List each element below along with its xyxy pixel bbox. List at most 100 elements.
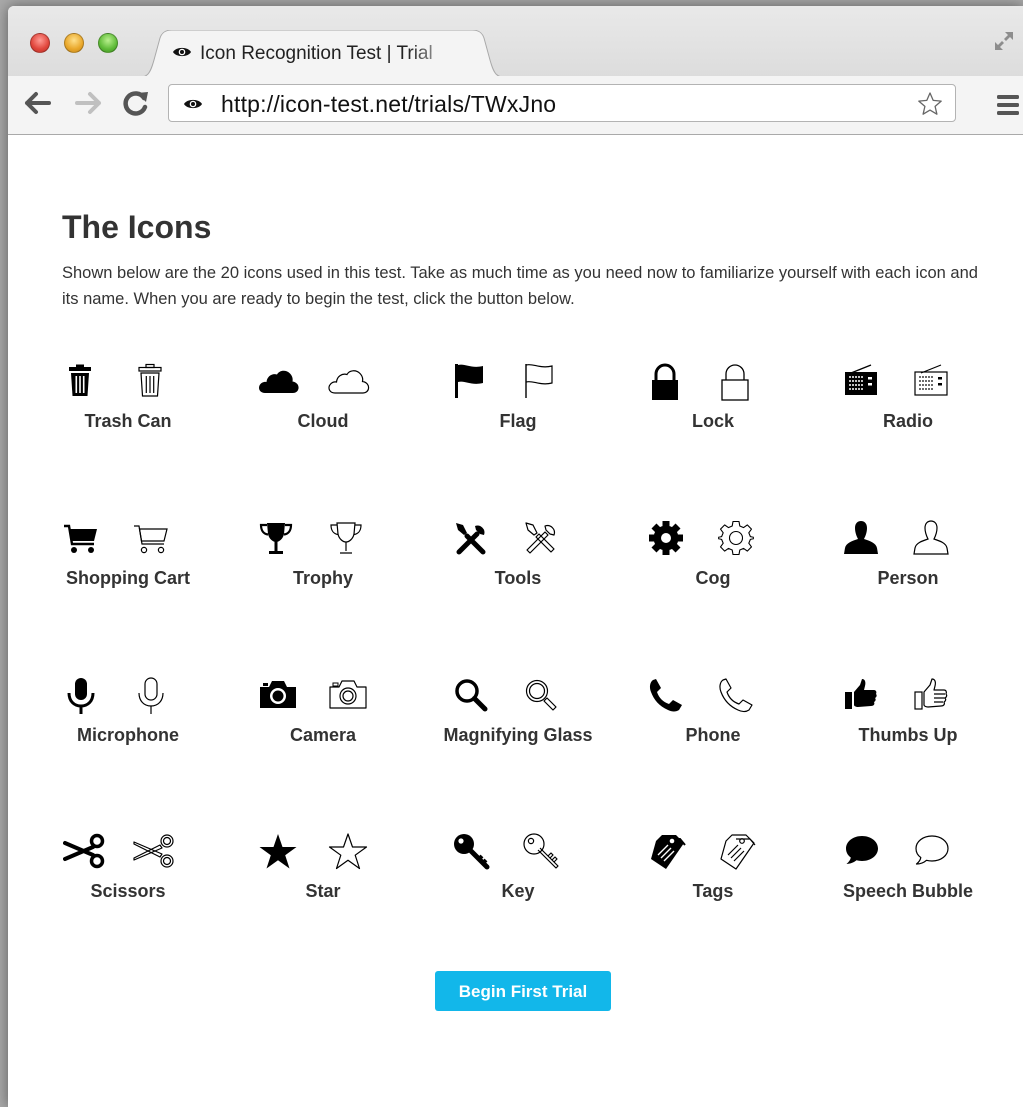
shopping-cart-outline-icon [134,525,168,554]
flag-icon [455,364,483,398]
reload-icon[interactable] [122,89,150,117]
bookmark-star-icon[interactable] [917,91,943,117]
thumbs-up-outline-icon [914,678,948,710]
icon-item-trash-can: Trash Can [8,363,197,463]
toolbar: http://icon-test.net/trials/TWxJno [8,76,1023,134]
cog-outline-icon [718,520,754,556]
icon-item-flag: Flag [391,363,587,463]
icon-pair [781,363,977,405]
magnifying-glass-outline-icon [525,679,557,711]
scissors-outline-icon [133,834,174,868]
radio-outline-icon [914,364,948,396]
icon-label: Speech Bubble [842,881,974,901]
tab-title: Icon Recognition Test | Trial [200,43,433,64]
icon-item-magnifying-glass: Magnifying Glass [391,677,593,777]
browser-window: Icon Recognition Test | Trial http://ico… [8,6,1023,1107]
icon-pair [196,677,392,719]
icon-pair [781,520,977,562]
fullscreen-icon[interactable] [993,30,1015,52]
back-arrow-icon[interactable] [24,91,52,115]
person-icon [844,521,878,554]
microphone-icon [67,678,95,714]
tab-strip: Icon Recognition Test | Trial [8,6,1023,78]
trophy-outline-icon [330,522,362,554]
zoom-window-button[interactable] [98,33,118,53]
icon-pair [8,363,197,405]
icon-pair [781,677,977,719]
camera-icon [260,681,296,708]
radio-icon [845,364,877,395]
trophy-icon [259,523,293,554]
icon-pair [196,520,392,562]
page-content: The Icons Shown below are the 20 icons u… [8,135,1023,1107]
lock-outline-icon [721,364,749,401]
icon-pair [586,677,782,719]
icon-item-speech-bubble: Speech Bubble [781,833,977,933]
icon-item-phone: Phone [586,677,782,777]
icon-pair [8,833,197,875]
camera-outline-icon [329,680,367,709]
icon-item-cog: Cog [586,520,782,620]
icon-label: Person [877,568,939,588]
cog-icon [649,521,683,555]
icon-item-person: Person [781,520,977,620]
star-outline-icon [328,833,368,870]
icon-pair [391,677,587,719]
menu-icon[interactable] [995,93,1021,117]
cloud-icon [259,370,299,393]
tab-active[interactable]: Icon Recognition Test | Trial [134,30,510,78]
tools-outline-icon [525,522,556,554]
icon-item-tools: Tools [391,520,587,620]
icon-item-thumbs-up: Thumbs Up [781,677,977,777]
icon-pair [781,833,977,875]
icon-item-trophy: Trophy [196,520,392,620]
icon-pair [196,363,392,405]
cloud-outline-icon [328,370,370,394]
forward-arrow-icon[interactable] [74,91,102,115]
key-outline-icon [523,833,559,869]
trash-can-icon [69,364,91,396]
phone-outline-icon [719,678,753,713]
tags-outline-icon [720,834,756,870]
thumbs-up-icon [845,679,877,709]
icon-pair [586,363,782,405]
icon-item-radio: Radio [781,363,977,463]
icon-pair [391,363,587,405]
tags-icon [651,835,686,869]
eye-icon [184,99,202,109]
icon-label: Thumbs Up [858,725,958,745]
icon-pair [586,520,782,562]
speech-bubble-icon [846,836,878,864]
address-url[interactable]: http://icon-test.net/trials/TWxJno [221,91,556,118]
icon-pair [196,833,392,875]
icon-item-key: Key [391,833,587,933]
icon-item-scissors: Scissors [8,833,197,933]
icon-pair [586,833,782,875]
icon-pair [8,677,197,719]
phone-icon [649,679,682,712]
tools-icon [456,523,486,555]
begin-first-trial-button[interactable]: Begin First Trial [435,971,611,1011]
minimize-window-button[interactable] [64,33,84,53]
icon-pair [8,520,197,562]
trash-can-outline-icon [138,363,162,397]
icon-label: Radio [882,411,933,431]
scissors-icon [63,833,105,869]
person-outline-icon [913,520,949,555]
eye-icon [173,47,191,57]
flag-outline-icon [525,363,553,398]
icon-pair [391,833,587,875]
icon-item-tags: Tags [586,833,782,933]
shopping-cart-icon [64,524,97,553]
star-icon [259,834,297,869]
icon-item-camera: Camera [196,677,392,777]
lock-icon [652,363,678,400]
address-bar[interactable]: http://icon-test.net/trials/TWxJno [168,84,956,122]
close-window-button[interactable] [30,33,50,53]
icon-item-microphone: Microphone [8,677,197,777]
magnifying-glass-icon [455,679,488,712]
speech-bubble-outline-icon [915,835,949,865]
microphone-outline-icon [138,677,164,714]
intro-text: Shown below are the 20 icons used in thi… [62,264,978,308]
icon-pair [391,520,587,562]
